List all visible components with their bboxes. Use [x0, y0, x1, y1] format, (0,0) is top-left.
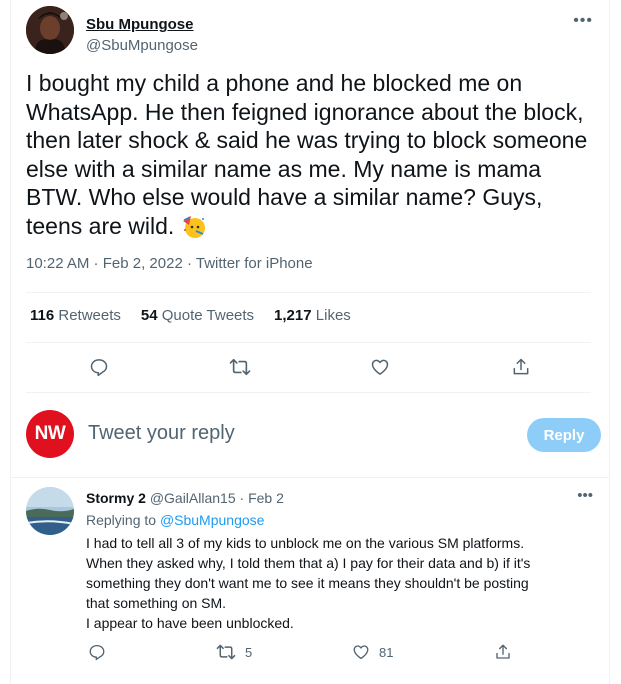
reply-text-line: that something on SM. — [86, 595, 227, 611]
tweet-header: Sbu Mpungose @SbuMpungose ••• — [26, 6, 601, 58]
reply-actions: 5 81 — [88, 643, 528, 669]
replying-to-link[interactable]: @SbuMpungose — [160, 512, 265, 528]
reply-text: I had to tell all 3 of my kids to unbloc… — [86, 533, 586, 633]
party-face-emoji — [181, 213, 207, 239]
like-icon[interactable] — [365, 352, 395, 382]
tweet-time[interactable]: 10:22 AM — [26, 255, 89, 272]
divider — [10, 477, 610, 478]
reply-text-line: something they don't want me to see it m… — [86, 575, 529, 591]
like-icon — [352, 643, 370, 661]
divider — [26, 342, 591, 343]
retweet-count: 5 — [245, 644, 253, 660]
tweet-source[interactable]: Twitter for iPhone — [196, 255, 313, 272]
reply-text-line: I had to tell all 3 of my kids to unbloc… — [86, 535, 525, 551]
reply-author-handle[interactable]: @GailAllan15 — [150, 490, 236, 506]
reply-text-line: I appear to have been unblocked. — [86, 615, 294, 631]
author-avatar[interactable] — [26, 6, 74, 54]
retweet-icon — [216, 643, 236, 661]
author-name[interactable]: Sbu Mpungose — [86, 16, 194, 33]
likes-stat[interactable]: 1,217 Likes — [274, 307, 351, 324]
retweet-icon[interactable] — [225, 352, 255, 382]
replying-to: Replying to @SbuMpungose — [86, 512, 265, 528]
reply-author-name[interactable]: Stormy 2 — [86, 490, 146, 506]
reply-header: Stormy 2 @GailAllan15 · Feb 2 — [86, 490, 284, 506]
like-count: 81 — [379, 644, 394, 660]
reply-composer: NW Tweet your reply Reply — [26, 404, 601, 464]
tweet-text-body: I bought my child a phone and he blocked… — [26, 70, 588, 239]
reply-text-line: When they asked why, I told them that a)… — [86, 555, 531, 571]
quote-tweets-stat[interactable]: 54 Quote Tweets — [141, 307, 254, 324]
share-icon[interactable] — [494, 643, 512, 661]
more-icon[interactable]: ••• — [577, 487, 593, 504]
user-avatar[interactable]: NW — [26, 410, 74, 458]
more-icon[interactable]: ••• — [573, 12, 593, 30]
retweets-stat[interactable]: 116 Retweets — [30, 307, 121, 324]
reply-button[interactable]: Reply — [527, 418, 601, 452]
like-button[interactable]: 81 — [352, 643, 393, 661]
author-handle[interactable]: @SbuMpungose — [86, 37, 198, 54]
share-icon[interactable] — [506, 352, 536, 382]
divider — [26, 392, 591, 393]
reply-icon[interactable] — [84, 352, 114, 382]
tweet-actions — [26, 352, 591, 382]
tweet-text: I bought my child a phone and he blocked… — [26, 69, 601, 240]
reply-input[interactable]: Tweet your reply — [88, 422, 438, 445]
tweet-stats: 116 Retweets 54 Quote Tweets 1,217 Likes — [30, 307, 351, 324]
tweet-meta: 10:22 AM · Feb 2, 2022 · Twitter for iPh… — [26, 255, 313, 272]
reply-icon[interactable] — [88, 643, 106, 661]
divider — [26, 292, 591, 293]
reply-date[interactable]: Feb 2 — [248, 490, 284, 506]
reply-author-avatar[interactable] — [26, 487, 74, 535]
retweet-button[interactable]: 5 — [216, 643, 252, 661]
tweet-date[interactable]: Feb 2, 2022 — [103, 255, 183, 272]
